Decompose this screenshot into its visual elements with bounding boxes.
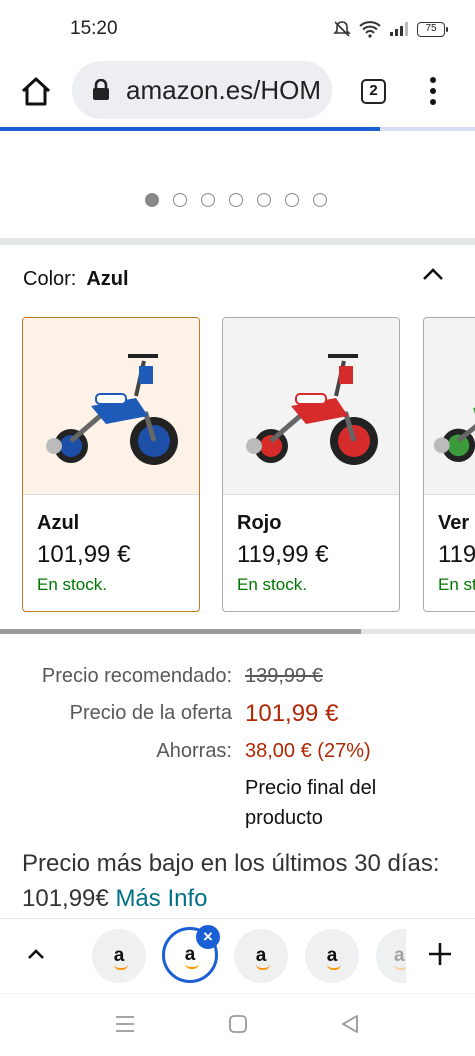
chevron-up-icon[interactable] xyxy=(26,946,46,962)
motorbike-red-image xyxy=(246,354,378,465)
lowest-price-text: Precio más bajo en los últimos 30 días: … xyxy=(22,850,440,912)
product-image-green xyxy=(424,318,475,495)
amazon-logo-icon: a xyxy=(394,945,406,970)
back-nav-icon[interactable] xyxy=(340,1014,360,1034)
amazon-logo-icon: a xyxy=(113,945,128,970)
status-icons: 75 xyxy=(333,20,448,38)
system-nav-bar xyxy=(0,993,475,1056)
browser-toolbar: amazon.es/HOM 2 xyxy=(0,58,475,124)
swatch-price: 101,99 € xyxy=(37,541,131,568)
swatch-stock: En stock. xyxy=(37,575,107,594)
color-selected-value: Azul xyxy=(86,268,129,290)
amazon-logo-icon: a xyxy=(184,944,199,969)
tab-amazon[interactable]: a xyxy=(92,929,146,983)
color-swatch-verde[interactable]: Ver 119 En st xyxy=(423,317,475,612)
page-load-progress xyxy=(0,127,475,131)
offer-price-label: Precio de la oferta xyxy=(69,702,232,724)
tab-amazon[interactable]: a xyxy=(234,929,288,983)
carousel-dot[interactable] xyxy=(229,193,243,207)
lock-icon xyxy=(93,79,109,100)
more-menu-icon[interactable] xyxy=(425,75,441,107)
address-bar[interactable]: amazon.es/HOM xyxy=(72,61,332,119)
close-tab-icon[interactable]: × xyxy=(196,925,220,949)
carousel-dot[interactable] xyxy=(313,193,327,207)
swatch-scrollbar[interactable] xyxy=(0,629,475,634)
new-tab-icon[interactable] xyxy=(427,941,453,967)
carousel-dot[interactable] xyxy=(201,193,215,207)
recent-apps-icon[interactable] xyxy=(114,1014,136,1034)
status-time: 15:20 xyxy=(70,18,118,39)
status-bar: 15:20 75 xyxy=(0,0,475,58)
list-price-value: 139,99 € xyxy=(245,665,323,687)
chevron-up-icon[interactable] xyxy=(421,264,445,284)
color-swatch-rojo[interactable]: Rojo 119,99 € En stock. xyxy=(222,317,400,612)
list-price-label: Precio recomendado: xyxy=(41,665,232,687)
carousel-dot[interactable] xyxy=(285,193,299,207)
url-text: amazon.es/HOM xyxy=(126,74,322,105)
color-label: Color: xyxy=(23,268,77,290)
mute-icon xyxy=(333,21,351,37)
motorbike-green-image xyxy=(433,407,475,463)
home-icon[interactable] xyxy=(18,74,54,110)
swatch-name: Ver xyxy=(438,512,470,534)
amazon-logo-icon: a xyxy=(326,945,341,970)
motorbike-blue-image xyxy=(46,354,178,465)
swatch-stock: En st xyxy=(438,575,475,594)
swatch-stock: En stock. xyxy=(237,575,307,594)
product-image-red xyxy=(223,318,399,495)
swatch-price: 119,99 € xyxy=(237,541,329,568)
image-carousel-dots xyxy=(145,193,327,207)
page-load-progress-fill xyxy=(0,127,380,131)
color-header: Color: Azul xyxy=(23,268,129,291)
signal-icon xyxy=(390,22,408,36)
amazon-logo-icon: a xyxy=(255,945,270,970)
tab-strip: a a × a a a xyxy=(0,918,475,992)
swatch-scrollbar-thumb[interactable] xyxy=(0,629,361,634)
savings-label: Ahorras: xyxy=(156,740,232,762)
home-nav-icon[interactable] xyxy=(228,1014,248,1034)
tab-switcher-button[interactable]: 2 xyxy=(361,79,386,104)
swatch-price: 119 xyxy=(438,541,475,568)
lowest-price-notice: Precio más bajo en los últimos 30 días: … xyxy=(22,846,462,916)
swatch-name: Rojo xyxy=(237,512,282,534)
offer-price-value: 101,99 € xyxy=(245,700,339,727)
carousel-dot[interactable] xyxy=(145,193,159,207)
wifi-icon xyxy=(359,21,381,38)
swatch-name: Azul xyxy=(37,512,80,534)
final-price-note: Precio final del producto xyxy=(245,777,377,829)
tab-amazon-partial[interactable]: a xyxy=(376,929,406,983)
savings-value: 38,00 € (27%) xyxy=(245,740,371,762)
tab-amazon[interactable]: a xyxy=(305,929,359,983)
more-info-link[interactable]: Más Info xyxy=(115,885,207,912)
color-swatch-azul[interactable]: Azul 101,99 € En stock. xyxy=(22,317,200,612)
section-divider xyxy=(0,238,475,245)
carousel-dot[interactable] xyxy=(257,193,271,207)
carousel-dot[interactable] xyxy=(173,193,187,207)
battery-icon: 75 xyxy=(417,21,448,37)
product-image-blue xyxy=(23,318,199,495)
